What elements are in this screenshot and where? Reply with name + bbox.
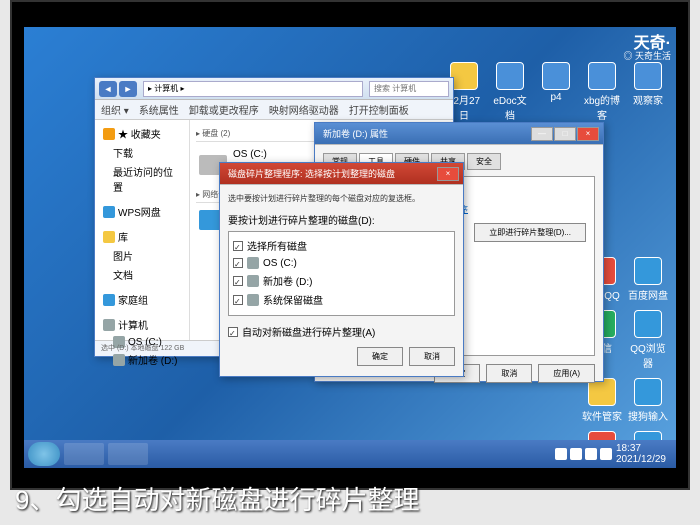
desktop-icon[interactable]: 观察家 [628, 62, 668, 122]
checkbox[interactable] [233, 258, 243, 268]
explorer-sidebar: ★ 收藏夹 下载 最近访问的位置 WPS网盘 库 图片 文档 家庭组 计算机 O… [95, 120, 190, 340]
checkbox[interactable] [233, 295, 243, 305]
tray-icon[interactable] [555, 448, 567, 460]
disk-row-c[interactable]: OS (C:) [233, 255, 450, 271]
sidebar-computer[interactable]: 计算机 [99, 315, 185, 334]
apply-button[interactable]: 应用(A) [538, 364, 595, 383]
sidebar-recent[interactable]: 最近访问的位置 [99, 162, 185, 196]
disk-row-d[interactable]: 新加卷 (D:) [233, 271, 450, 290]
explorer-titlebar[interactable]: ◄ ► ▸ 计算机 ▸ [95, 78, 453, 100]
toolbar-item[interactable]: 打开控制面板 [349, 102, 409, 117]
drive-icon [247, 257, 259, 269]
auto-defrag-checkbox-row[interactable]: 自动对新磁盘进行碎片整理(A) [228, 324, 455, 339]
auto-defrag-label: 自动对新磁盘进行碎片整理(A) [242, 324, 375, 339]
defrag-now-button[interactable]: 立即进行碎片整理(D)... [474, 223, 586, 242]
sidebar-downloads[interactable]: 下载 [99, 143, 185, 162]
desktop-icon[interactable]: xbg的博客 [582, 62, 622, 122]
tab-security[interactable]: 安全 [467, 153, 501, 170]
maximize-button[interactable]: □ [554, 127, 576, 141]
sidebar-homegroup[interactable]: 家庭组 [99, 290, 185, 309]
search-input[interactable] [369, 81, 449, 97]
desktop-icon-grid: 12月27日 eDoc文档 p4 xbg的博客 观察家 [444, 62, 668, 122]
video-subtitle: 9、勾选自动对新磁盘进行碎片整理 [15, 480, 685, 517]
system-tray: 18:37 2021/12/29 [555, 443, 672, 465]
checkbox[interactable] [233, 276, 243, 286]
disk-list: 选择所有磁盘 OS (C:) 新加卷 (D:) 系统保留磁盘 [228, 231, 455, 316]
taskbar-item[interactable] [64, 443, 104, 465]
desktop-icon[interactable]: 软件管家 [582, 378, 622, 423]
clock[interactable]: 18:37 2021/12/29 [616, 443, 666, 465]
explorer-toolbar: 组织 ▾ 系统属性 卸载或更改程序 映射网络驱动器 打开控制面板 [95, 100, 453, 120]
taskbar: 18:37 2021/12/29 [24, 440, 676, 468]
desktop-icon[interactable]: QQ浏览器 [628, 310, 668, 370]
desktop-icon[interactable]: 搜狗输入 [628, 378, 668, 423]
drive-icon [247, 275, 259, 287]
disk-list-label: 要按计划进行碎片整理的磁盘(D): [228, 212, 455, 227]
toolbar-item[interactable]: 映射网络驱动器 [269, 102, 339, 117]
cancel-button[interactable]: 取消 [409, 347, 455, 366]
close-button[interactable]: × [577, 127, 599, 141]
tray-icon[interactable] [600, 448, 612, 460]
desktop-icon[interactable]: p4 [536, 62, 576, 122]
select-all-row[interactable]: 选择所有磁盘 [233, 236, 450, 255]
watermark-sub: ◎ 天奇生活 [623, 49, 671, 62]
desktop-icon[interactable]: 百度网盘 [628, 257, 668, 302]
sidebar-documents[interactable]: 文档 [99, 265, 185, 284]
ok-button[interactable]: 确定 [357, 347, 403, 366]
properties-titlebar[interactable]: 新加卷 (D:) 属性 — □ × [315, 123, 603, 145]
forward-button[interactable]: ► [119, 81, 137, 97]
desktop-icon[interactable]: eDoc文档 [490, 62, 530, 122]
sidebar-wps[interactable]: WPS网盘 [99, 202, 185, 221]
address-bar[interactable]: ▸ 计算机 ▸ [143, 81, 363, 97]
close-button[interactable]: × [437, 167, 459, 181]
cancel-button[interactable]: 取消 [486, 364, 532, 383]
toolbar-item[interactable]: 组织 ▾ [101, 102, 129, 117]
disk-row-e[interactable]: 系统保留磁盘 [233, 290, 450, 309]
sidebar-favorites[interactable]: ★ 收藏夹 [99, 124, 185, 143]
minimize-button[interactable]: — [531, 127, 553, 141]
sidebar-libraries[interactable]: 库 [99, 227, 185, 246]
tray-icon[interactable] [585, 448, 597, 460]
auto-defrag-checkbox[interactable] [228, 327, 238, 337]
toolbar-item[interactable]: 系统属性 [139, 102, 179, 117]
drive-icon [247, 294, 259, 306]
checkbox[interactable] [233, 241, 243, 251]
toolbar-item[interactable]: 卸载或更改程序 [189, 102, 259, 117]
disk-defrag-dialog: 磁盘碎片整理程序: 选择按计划整理的磁盘 × 选中要按计划进行碎片整理的每个磁盘… [219, 162, 464, 377]
taskbar-item[interactable] [108, 443, 148, 465]
back-button[interactable]: ◄ [99, 81, 117, 97]
dialog-titlebar[interactable]: 磁盘碎片整理程序: 选择按计划整理的磁盘 × [220, 163, 463, 185]
sidebar-pictures[interactable]: 图片 [99, 246, 185, 265]
start-button[interactable] [28, 442, 60, 466]
tray-icon[interactable] [570, 448, 582, 460]
dialog-description: 选中要按计划进行碎片整理的每个磁盘对应的复选框。 [228, 193, 455, 204]
